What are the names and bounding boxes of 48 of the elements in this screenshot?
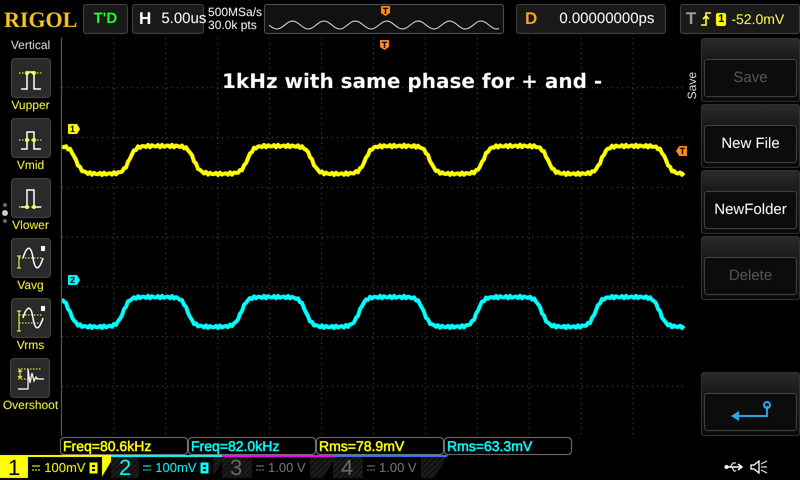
run-status: T'D — [82, 4, 128, 34]
channel-tab[interactable]: 4 1.00 V — [333, 455, 448, 478]
trigger-source: 1 — [716, 12, 726, 26]
dc-coupling-icon — [256, 464, 264, 470]
measurement-value: Rms=63.3mV — [447, 438, 532, 454]
vrms-icon — [14, 303, 46, 333]
channel-number: 1 — [8, 456, 20, 478]
trigger-level-marker: T — [676, 146, 687, 156]
return-arrow-icon — [728, 400, 772, 424]
measurement-value: Freq=82.0kHz — [191, 438, 280, 454]
trigger-level: -52.0mV — [731, 10, 784, 28]
channel-number: 2 — [119, 456, 132, 478]
channel-scale: 1.00 V — [268, 458, 306, 477]
bandwidth-limit-icon — [89, 462, 98, 474]
delay-value: 0.00000000ps — [559, 8, 654, 29]
timebase-value: 5.00us — [161, 8, 206, 29]
brand-logo: RIGOL — [4, 6, 78, 34]
measurement-value: Freq=80.6kHz — [63, 438, 152, 454]
channel-scale: 100mV — [44, 458, 86, 477]
measure-item[interactable]: Overshoot — [2, 354, 58, 412]
sample-rate: 500MSa/s — [208, 6, 260, 19]
dc-coupling-icon — [367, 464, 375, 470]
dc-coupling-icon — [32, 464, 40, 470]
channel-scale: 100mV — [155, 458, 196, 477]
page-indicator — [2, 203, 8, 223]
timebase-label: H — [139, 8, 152, 30]
annotation-text: 1kHz with same phase for + and - — [222, 68, 602, 95]
return-button[interactable] — [704, 393, 797, 431]
menu-button[interactable]: New File — [704, 125, 797, 163]
trigger-position-marker: T — [381, 6, 390, 16]
menu-button[interactable]: NewFolder — [704, 191, 797, 229]
menu-title: Save — [685, 72, 699, 100]
trigger-position-marker: T — [380, 40, 389, 50]
memory-depth: 30.0k pts — [208, 19, 258, 32]
measurement-value: Rms=78.9mV — [319, 438, 404, 454]
channel-marker: 2 — [68, 275, 80, 285]
dc-coupling-icon — [143, 464, 152, 470]
speaker-muted-icon — [750, 460, 768, 474]
channel-number: 4 — [341, 456, 354, 478]
bandwidth-limit-icon — [200, 462, 210, 474]
menu-title: Vertical — [10, 38, 50, 52]
channel-scale: 1.00 V — [379, 458, 417, 477]
rising-edge-icon — [701, 12, 712, 26]
delay-label: D — [525, 8, 538, 30]
channel-number: 3 — [230, 456, 244, 478]
channel-marker: 1 — [68, 124, 80, 134]
usb-icon — [724, 460, 744, 472]
trigger-label: T — [686, 8, 696, 30]
